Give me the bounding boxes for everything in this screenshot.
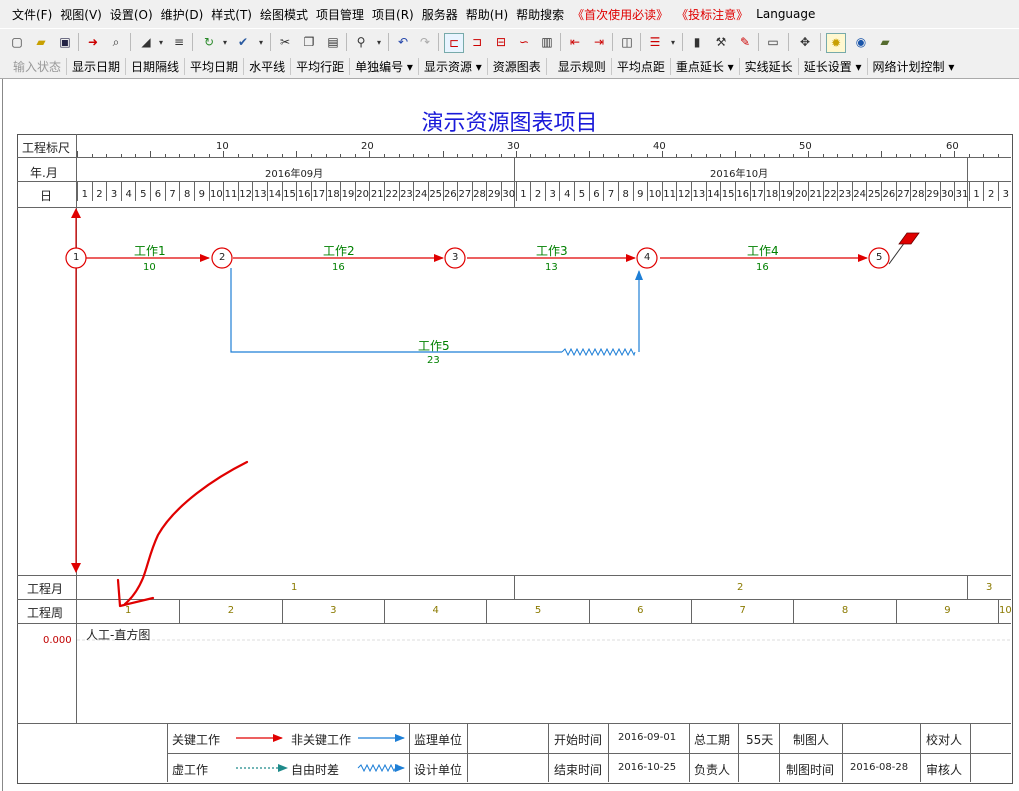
legend-supervisor-label: 监理单位 [414,733,463,747]
vertical-arrow-top [71,208,81,218]
node-label: 5 [876,252,883,263]
task4-name[interactable]: 工作4 [747,242,779,259]
legend-critical-label: 关键工作 [172,733,221,747]
resource-axis-value: 0.000 [43,635,72,646]
task1-duration: 10 [143,262,156,273]
legend-reviewer-label: 审核人 [926,763,963,777]
task4-duration: 16 [756,262,769,273]
legend-designer-label: 设计单位 [414,763,463,777]
node-label: 1 [73,252,80,263]
legend-total-value: 55天 [746,733,774,747]
task1-name[interactable]: 工作1 [134,242,166,259]
legend-start-label: 开始时间 [554,733,603,747]
annotation-arrow [123,460,249,606]
task3-name[interactable]: 工作3 [536,242,568,259]
legend-draw-time-value: 2016-08-28 [850,762,909,773]
legend-draw-time-label: 制图时间 [786,763,835,777]
legend-end-value: 2016-10-25 [618,762,677,773]
task5-path [230,268,562,353]
network-diagram [65,208,1010,773]
finish-flag-pole [888,241,906,265]
task2-duration: 16 [332,262,345,273]
legend-free-float-label: 自由时差 [291,763,340,777]
finish-flag-icon [898,232,920,245]
task5-duration: 23 [427,355,440,366]
legend-owner-label: 负责人 [694,763,731,777]
legend-end-label: 结束时间 [554,763,603,777]
legend-total-label: 总工期 [694,733,731,747]
node-label: 2 [219,252,226,263]
legend-dummy-label: 虚工作 [172,763,209,777]
legend-checker-label: 校对人 [926,733,963,747]
vertical-arrow-bottom [71,563,81,573]
resource-histogram-label: 人工-直方图 [86,628,151,642]
legend-free-float-wave [357,763,400,773]
legend-noncritical-label: 非关键工作 [291,733,352,747]
node-label: 4 [644,252,651,263]
task3-duration: 13 [545,262,558,273]
legend-drawer-label: 制图人 [793,733,830,747]
task2-name[interactable]: 工作2 [323,242,355,259]
task5-free-float [561,347,636,357]
task5-name[interactable]: 工作5 [418,337,450,354]
legend-start-value: 2016-09-01 [618,732,677,743]
node-label: 3 [452,252,459,263]
